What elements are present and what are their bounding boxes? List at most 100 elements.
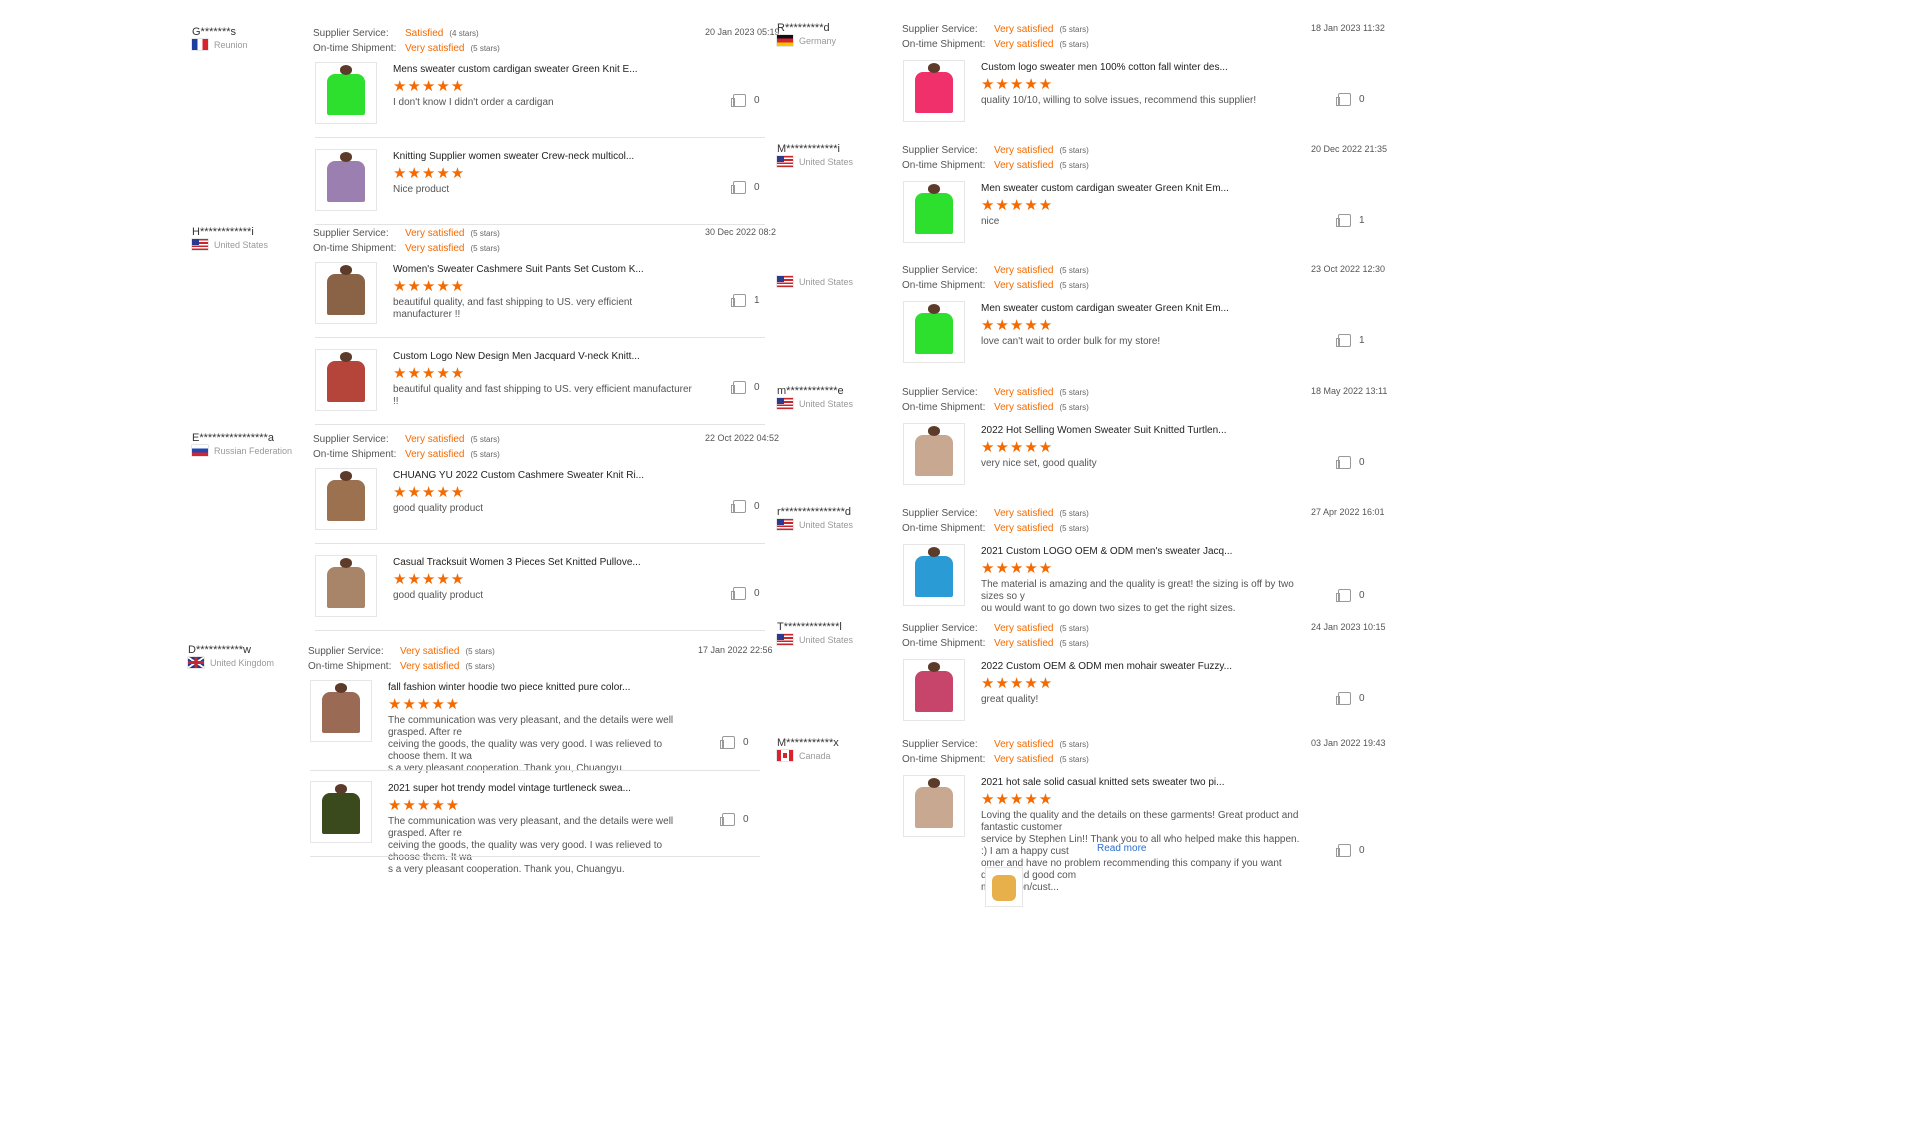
review-text: The communication was very pleasant, and… — [388, 816, 674, 875]
product-thumbnail[interactable] — [315, 262, 377, 324]
product-title[interactable]: 2021 Custom LOGO OEM & ODM men's sweater… — [981, 546, 1232, 557]
shipment-value: Very satisfied — [405, 243, 465, 254]
review-divider — [310, 770, 760, 771]
shipment-stars-count: (5 stars) — [1059, 281, 1089, 290]
country-name: Canada — [799, 750, 831, 761]
helpful-button[interactable]: 0 — [1336, 844, 1365, 857]
review-star-rating: ★★★★★ — [388, 797, 461, 814]
shipment-stars-count: (5 stars) — [1059, 161, 1089, 170]
helpful-count: 0 — [1359, 94, 1365, 105]
helpful-button[interactable]: 0 — [731, 587, 760, 600]
shipment-label: On-time Shipment: — [902, 523, 986, 534]
helpful-button[interactable]: 0 — [1336, 456, 1365, 469]
thumbs-up-icon — [1336, 456, 1351, 469]
thumbs-up-icon — [1336, 93, 1351, 106]
service-rating-row: Supplier Service: Very satisfied (5 stars) — [313, 432, 500, 447]
review-text: very nice set, good quality — [981, 458, 1097, 469]
product-model-head — [928, 184, 940, 194]
product-thumbnail[interactable] — [310, 680, 372, 742]
product-title[interactable]: 2022 Hot Selling Women Sweater Suit Knit… — [981, 425, 1227, 436]
product-garment-shape — [326, 160, 366, 202]
country-name: Russian Federation — [214, 445, 293, 456]
product-title[interactable]: Women's Sweater Cashmere Suit Pants Set … — [393, 264, 644, 275]
helpful-button[interactable]: 0 — [1336, 589, 1365, 602]
helpful-button[interactable]: 0 — [720, 813, 749, 826]
product-garment-shape — [914, 670, 954, 712]
product-thumbnail[interactable] — [903, 544, 965, 606]
product-garment-shape — [914, 555, 954, 597]
helpful-button[interactable]: 1 — [1336, 214, 1365, 227]
reviewer-country: Reunion — [192, 39, 248, 50]
product-title[interactable]: Knitting Supplier women sweater Crew-nec… — [393, 151, 634, 162]
reviewer-name: D***********w — [188, 644, 251, 656]
service-value: Very satisfied — [994, 739, 1054, 750]
shipment-rating-row: On-time Shipment: Very satisfied (5 stars) — [313, 41, 500, 56]
product-title[interactable]: Men sweater custom cardigan sweater Gree… — [981, 303, 1229, 314]
reviewer-name: M************i — [777, 143, 840, 155]
reviewer-country: United States — [777, 519, 853, 530]
helpful-button[interactable]: 1 — [1336, 334, 1365, 347]
service-stars-count: (5 stars) — [1059, 509, 1089, 518]
helpful-button[interactable]: 0 — [731, 381, 760, 394]
product-garment-shape — [914, 434, 954, 476]
product-thumbnail[interactable] — [903, 301, 965, 363]
product-title[interactable]: Mens sweater custom cardigan sweater Gre… — [393, 64, 638, 75]
product-thumbnail[interactable] — [315, 468, 377, 530]
service-stars-count: (5 stars) — [1059, 146, 1089, 155]
product-thumbnail[interactable] — [903, 775, 965, 837]
review-date: 22 Oct 2022 04:52 — [705, 433, 780, 443]
helpful-button[interactable]: 0 — [1336, 93, 1365, 106]
product-title[interactable]: Casual Tracksuit Women 3 Pieces Set Knit… — [393, 557, 641, 568]
review-text: The communication was very pleasant, and… — [388, 715, 674, 774]
helpful-count: 0 — [754, 382, 760, 393]
rating-summary: Supplier Service: Very satisfied (5 stars)… — [313, 226, 500, 256]
service-rating-row: Supplier Service: Very satisfied (5 stars) — [902, 385, 1089, 400]
helpful-count: 0 — [754, 501, 760, 512]
product-title[interactable]: 2022 Custom OEM & ODM men mohair sweater… — [981, 661, 1232, 672]
ca-flag-icon — [777, 750, 793, 761]
helpful-button[interactable]: 0 — [731, 94, 760, 107]
review-photo[interactable] — [985, 867, 1023, 907]
product-thumbnail[interactable] — [903, 181, 965, 243]
shipment-label: On-time Shipment: — [902, 39, 986, 50]
product-thumbnail[interactable] — [315, 349, 377, 411]
thumbs-up-icon — [1336, 334, 1351, 347]
product-thumbnail[interactable] — [315, 62, 377, 124]
helpful-button[interactable]: 1 — [731, 294, 760, 307]
shipment-stars-count: (5 stars) — [470, 44, 500, 53]
product-thumbnail[interactable] — [315, 149, 377, 211]
country-name: United States — [214, 239, 269, 250]
product-title[interactable]: Men sweater custom cardigan sweater Gree… — [981, 183, 1229, 194]
de-flag-icon — [777, 35, 793, 46]
product-title[interactable]: fall fashion winter hoodie two piece kni… — [388, 682, 630, 693]
product-title[interactable]: CHUANG YU 2022 Custom Cashmere Sweater K… — [393, 470, 644, 481]
service-stars-count: (5 stars) — [1059, 624, 1089, 633]
product-garment-shape — [914, 192, 954, 234]
product-title[interactable]: Custom logo sweater men 100% cotton fall… — [981, 62, 1228, 73]
product-garment-shape — [326, 73, 366, 115]
product-title[interactable]: Custom Logo New Design Men Jacquard V-ne… — [393, 351, 640, 362]
helpful-button[interactable]: 0 — [720, 736, 749, 749]
read-more-link[interactable]: Read more — [1097, 843, 1146, 854]
product-thumbnail[interactable] — [903, 659, 965, 721]
review-date: 18 Jan 2023 11:32 — [1311, 23, 1385, 33]
helpful-count: 0 — [1359, 590, 1365, 601]
product-thumbnail[interactable] — [903, 423, 965, 485]
helpful-button[interactable]: 0 — [1336, 692, 1365, 705]
reviewer-country: Russian Federation — [192, 445, 292, 456]
service-rating-row: Supplier Service: Very satisfied (5 stars) — [313, 226, 500, 241]
review-divider — [310, 856, 760, 857]
product-model-head — [928, 426, 940, 436]
us-flag-icon — [777, 519, 793, 530]
helpful-button[interactable]: 0 — [731, 500, 760, 513]
product-thumbnail[interactable] — [903, 60, 965, 122]
shipment-stars-count: (5 stars) — [1059, 40, 1089, 49]
product-title[interactable]: 2021 super hot trendy model vintage turt… — [388, 783, 631, 794]
shipment-rating-row: On-time Shipment: Very satisfied (5 stars) — [902, 636, 1089, 651]
product-title[interactable]: 2021 hot sale solid casual knitted sets … — [981, 777, 1224, 788]
product-thumbnail[interactable] — [315, 555, 377, 617]
thumbs-up-icon — [1336, 692, 1351, 705]
helpful-count: 1 — [1359, 335, 1365, 346]
helpful-button[interactable]: 0 — [731, 181, 760, 194]
product-thumbnail[interactable] — [310, 781, 372, 843]
